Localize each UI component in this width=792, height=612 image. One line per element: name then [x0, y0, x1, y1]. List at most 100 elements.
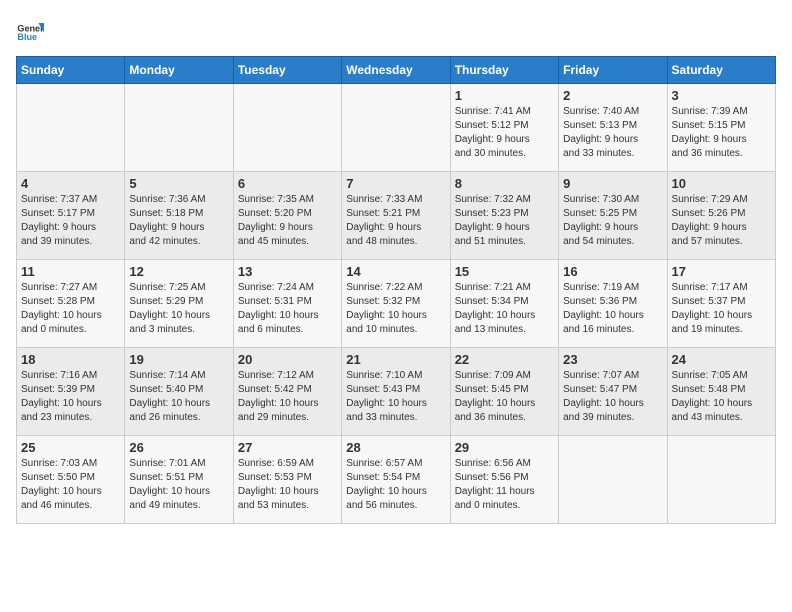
day-number: 11 — [21, 264, 120, 279]
calendar-cell: 29Sunrise: 6:56 AM Sunset: 5:56 PM Dayli… — [450, 436, 558, 524]
calendar-cell: 12 Sunrise: 7:25 AM Sunset: 5:29 PM Dayli… — [125, 260, 233, 348]
day-number: 6 — [238, 176, 337, 191]
calendar: SundayMondayTuesdayWednesdayThursdayFrid… — [16, 56, 776, 524]
day-info: Sunrise: 7:03 AM Sunset: 5:50 PM Dayligh… — [21, 457, 120, 513]
day-number: 24 — [672, 352, 771, 367]
day-info: Sunrise: 7:32 AM Sunset: 5:23 PM Dayligh… — [455, 193, 554, 249]
day-info: Sunrise: 7:30 AM Sunset: 5:25 PM Dayligh… — [563, 193, 662, 249]
calendar-cell: 20 Sunrise: 7:12 AM Sunset: 5:42 PM Dayli… — [233, 348, 341, 436]
day-info: Sunrise: 7:07 AM Sunset: 5:47 PM Dayligh… — [563, 369, 662, 425]
calendar-cell: 4 Sunrise: 7:37 AM Sunset: 5:17 PM Daylig… — [17, 172, 125, 260]
day-header-sunday: Sunday — [17, 57, 125, 84]
calendar-header-row: SundayMondayTuesdayWednesdayThursdayFrid… — [17, 57, 776, 84]
week-row-5: 25 Sunrise: 7:03 AM Sunset: 5:50 PM Dayli… — [17, 436, 776, 524]
day-info: Sunrise: 6:57 AM Sunset: 5:54 PM Dayligh… — [346, 457, 445, 513]
calendar-cell: 6Sunrise: 7:35 AM Sunset: 5:20 PM Daylig… — [233, 172, 341, 260]
calendar-cell: 2 Sunrise: 7:40 AM Sunset: 5:13 PM Daylig… — [559, 84, 667, 172]
day-number: 7 — [346, 176, 445, 191]
day-number: 19 — [129, 352, 228, 367]
day-number: 16 — [563, 264, 662, 279]
calendar-cell: 23 Sunrise: 7:07 AM Sunset: 5:47 PM Dayli… — [559, 348, 667, 436]
day-info: Sunrise: 7:16 AM Sunset: 5:39 PM Dayligh… — [21, 369, 120, 425]
day-number: 10 — [672, 176, 771, 191]
calendar-cell: 11 Sunrise: 7:27 AM Sunset: 5:28 PM Dayli… — [17, 260, 125, 348]
day-info: Sunrise: 7:19 AM Sunset: 5:36 PM Dayligh… — [563, 281, 662, 337]
day-info: Sunrise: 7:05 AM Sunset: 5:48 PM Dayligh… — [672, 369, 771, 425]
calendar-cell — [667, 436, 775, 524]
day-number: 28 — [346, 440, 445, 455]
calendar-cell: 22 Sunrise: 7:09 AM Sunset: 5:45 PM Dayli… — [450, 348, 558, 436]
day-info: Sunrise: 7:24 AM Sunset: 5:31 PM Dayligh… — [238, 281, 337, 337]
calendar-body: 1Sunrise: 7:41 AM Sunset: 5:12 PM Daylig… — [17, 84, 776, 524]
calendar-cell: 26 Sunrise: 7:01 AM Sunset: 5:51 PM Dayli… — [125, 436, 233, 524]
day-info: Sunrise: 7:09 AM Sunset: 5:45 PM Dayligh… — [455, 369, 554, 425]
calendar-cell — [342, 84, 450, 172]
calendar-cell: 15 Sunrise: 7:21 AM Sunset: 5:34 PM Dayli… — [450, 260, 558, 348]
calendar-cell: 8 Sunrise: 7:32 AM Sunset: 5:23 PM Daylig… — [450, 172, 558, 260]
day-info: Sunrise: 7:01 AM Sunset: 5:51 PM Dayligh… — [129, 457, 228, 513]
day-header-tuesday: Tuesday — [233, 57, 341, 84]
day-number: 14 — [346, 264, 445, 279]
calendar-cell: 3 Sunrise: 7:39 AM Sunset: 5:15 PM Daylig… — [667, 84, 775, 172]
calendar-cell: 24 Sunrise: 7:05 AM Sunset: 5:48 PM Dayli… — [667, 348, 775, 436]
svg-text:Blue: Blue — [17, 32, 37, 42]
header: General Blue — [16, 16, 776, 44]
day-info: Sunrise: 7:22 AM Sunset: 5:32 PM Dayligh… — [346, 281, 445, 337]
calendar-cell — [17, 84, 125, 172]
day-number: 12 — [129, 264, 228, 279]
day-info: Sunrise: 7:10 AM Sunset: 5:43 PM Dayligh… — [346, 369, 445, 425]
day-info: Sunrise: 7:27 AM Sunset: 5:28 PM Dayligh… — [21, 281, 120, 337]
day-number: 22 — [455, 352, 554, 367]
day-info: Sunrise: 7:21 AM Sunset: 5:34 PM Dayligh… — [455, 281, 554, 337]
day-info: Sunrise: 7:14 AM Sunset: 5:40 PM Dayligh… — [129, 369, 228, 425]
calendar-cell: 19 Sunrise: 7:14 AM Sunset: 5:40 PM Dayli… — [125, 348, 233, 436]
day-number: 15 — [455, 264, 554, 279]
week-row-4: 18 Sunrise: 7:16 AM Sunset: 5:39 PM Dayli… — [17, 348, 776, 436]
calendar-cell: 10 Sunrise: 7:29 AM Sunset: 5:26 PM Dayli… — [667, 172, 775, 260]
day-number: 23 — [563, 352, 662, 367]
day-header-saturday: Saturday — [667, 57, 775, 84]
day-number: 25 — [21, 440, 120, 455]
day-number: 9 — [563, 176, 662, 191]
day-info: Sunrise: 7:40 AM Sunset: 5:13 PM Dayligh… — [563, 105, 662, 161]
day-number: 18 — [21, 352, 120, 367]
day-info: Sunrise: 7:12 AM Sunset: 5:42 PM Dayligh… — [238, 369, 337, 425]
day-info: Sunrise: 7:29 AM Sunset: 5:26 PM Dayligh… — [672, 193, 771, 249]
day-header-monday: Monday — [125, 57, 233, 84]
day-number: 27 — [238, 440, 337, 455]
day-info: Sunrise: 7:25 AM Sunset: 5:29 PM Dayligh… — [129, 281, 228, 337]
calendar-cell: 1Sunrise: 7:41 AM Sunset: 5:12 PM Daylig… — [450, 84, 558, 172]
day-info: Sunrise: 6:59 AM Sunset: 5:53 PM Dayligh… — [238, 457, 337, 513]
calendar-cell: 17 Sunrise: 7:17 AM Sunset: 5:37 PM Dayli… — [667, 260, 775, 348]
day-header-thursday: Thursday — [450, 57, 558, 84]
day-number: 5 — [129, 176, 228, 191]
day-info: Sunrise: 7:39 AM Sunset: 5:15 PM Dayligh… — [672, 105, 771, 161]
day-number: 20 — [238, 352, 337, 367]
day-info: Sunrise: 7:41 AM Sunset: 5:12 PM Dayligh… — [455, 105, 554, 161]
calendar-cell — [125, 84, 233, 172]
calendar-cell — [233, 84, 341, 172]
day-info: Sunrise: 7:33 AM Sunset: 5:21 PM Dayligh… — [346, 193, 445, 249]
calendar-cell: 13 Sunrise: 7:24 AM Sunset: 5:31 PM Dayli… — [233, 260, 341, 348]
logo-icon: General Blue — [16, 16, 44, 44]
day-number: 2 — [563, 88, 662, 103]
week-row-3: 11 Sunrise: 7:27 AM Sunset: 5:28 PM Dayli… — [17, 260, 776, 348]
calendar-cell: 27 Sunrise: 6:59 AM Sunset: 5:53 PM Dayli… — [233, 436, 341, 524]
calendar-cell: 9 Sunrise: 7:30 AM Sunset: 5:25 PM Daylig… — [559, 172, 667, 260]
week-row-1: 1Sunrise: 7:41 AM Sunset: 5:12 PM Daylig… — [17, 84, 776, 172]
day-number: 17 — [672, 264, 771, 279]
day-header-friday: Friday — [559, 57, 667, 84]
calendar-cell: 7 Sunrise: 7:33 AM Sunset: 5:21 PM Daylig… — [342, 172, 450, 260]
day-number: 26 — [129, 440, 228, 455]
day-number: 3 — [672, 88, 771, 103]
logo: General Blue — [16, 16, 44, 44]
day-number: 13 — [238, 264, 337, 279]
day-info: Sunrise: 7:37 AM Sunset: 5:17 PM Dayligh… — [21, 193, 120, 249]
day-number: 4 — [21, 176, 120, 191]
day-info: Sunrise: 7:36 AM Sunset: 5:18 PM Dayligh… — [129, 193, 228, 249]
day-info: Sunrise: 7:17 AM Sunset: 5:37 PM Dayligh… — [672, 281, 771, 337]
calendar-cell: 5 Sunrise: 7:36 AM Sunset: 5:18 PM Daylig… — [125, 172, 233, 260]
day-number: 8 — [455, 176, 554, 191]
calendar-cell — [559, 436, 667, 524]
calendar-cell: 14 Sunrise: 7:22 AM Sunset: 5:32 PM Dayli… — [342, 260, 450, 348]
